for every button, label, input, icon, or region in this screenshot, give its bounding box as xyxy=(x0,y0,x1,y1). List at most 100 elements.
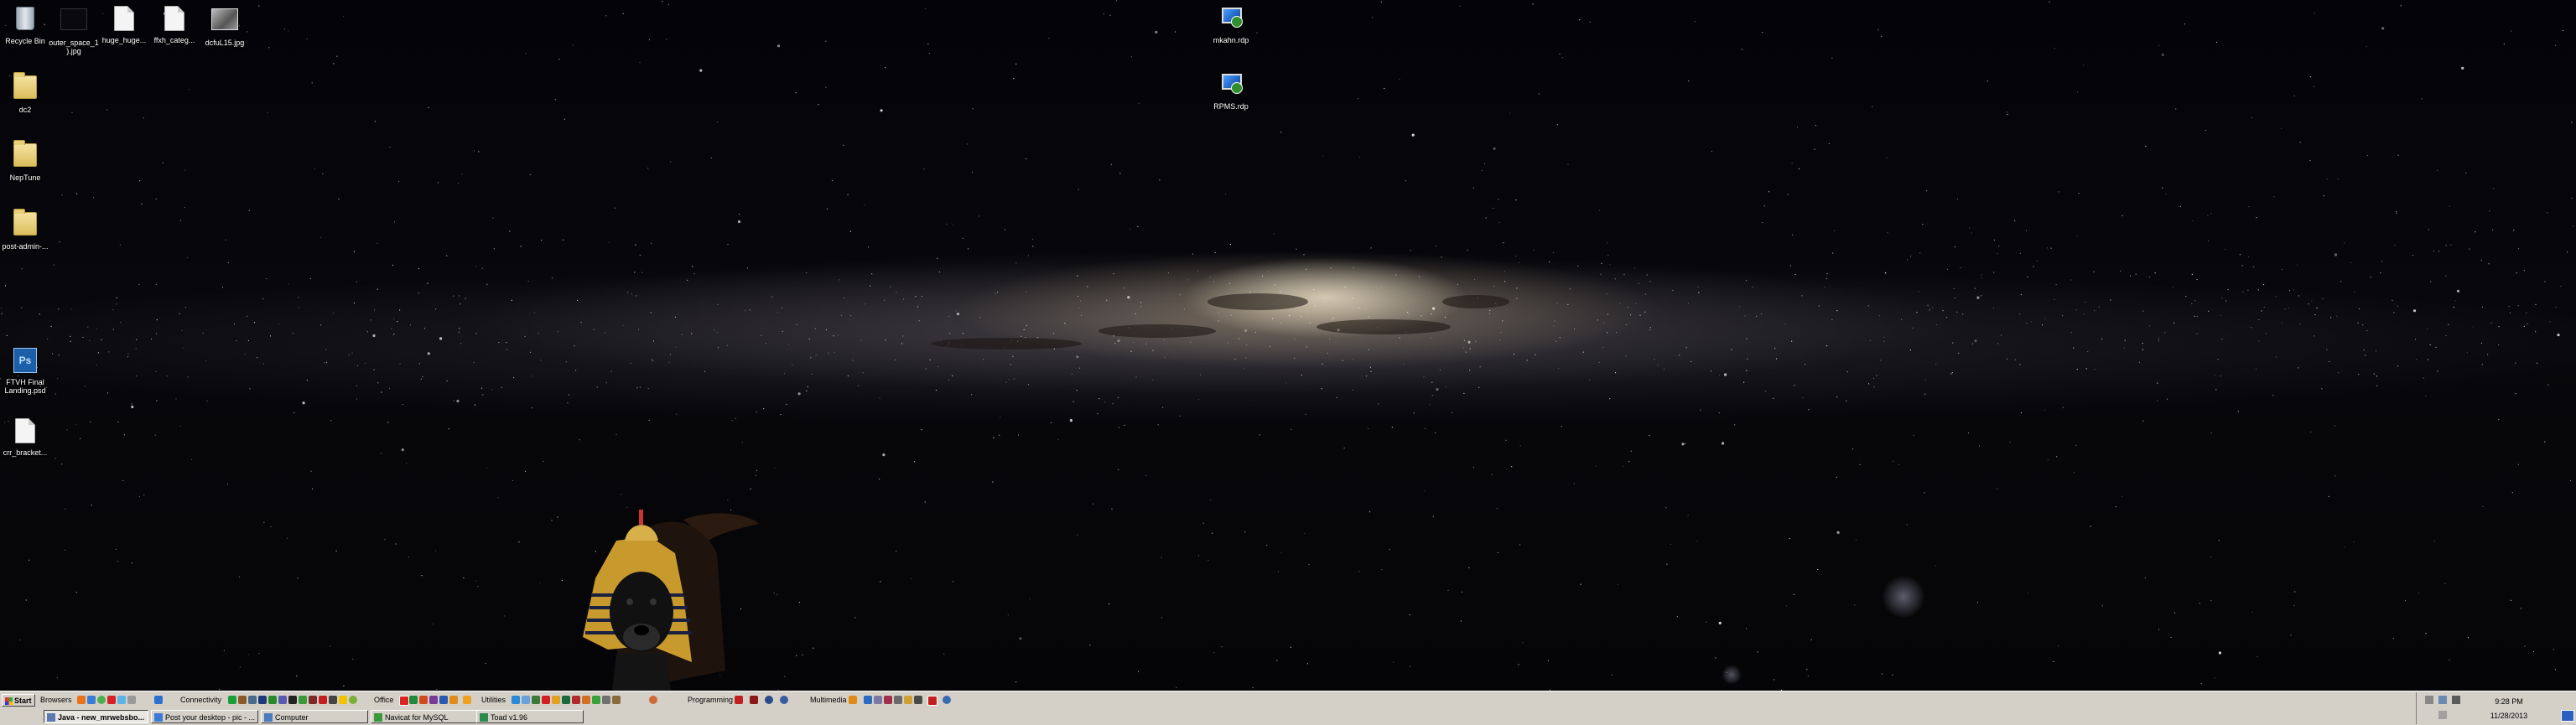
task-buttons-row: Java - new_mrwebsbo... Post your desktop… xyxy=(0,708,2576,725)
ssh-icon[interactable] xyxy=(278,696,287,704)
filezilla-icon[interactable] xyxy=(238,696,247,704)
utilities-group-label: Utilities xyxy=(481,696,506,704)
archive-icon[interactable] xyxy=(552,696,560,704)
vpn-icon[interactable] xyxy=(154,696,163,704)
network-tray-icon[interactable] xyxy=(2438,696,2447,704)
word-icon[interactable] xyxy=(439,696,448,704)
clock-date[interactable]: 11/28/2013 xyxy=(2475,712,2542,720)
dev-icon[interactable] xyxy=(780,696,788,704)
putty-icon[interactable] xyxy=(228,696,236,704)
outlook-icon[interactable] xyxy=(449,696,458,704)
task-button-toad[interactable]: Toad v1.96 xyxy=(476,710,584,723)
firefox-icon[interactable] xyxy=(77,696,86,704)
onenote-icon[interactable] xyxy=(429,696,438,704)
toad-icon xyxy=(480,713,488,722)
excel-icon[interactable] xyxy=(409,696,418,704)
chat-icon[interactable] xyxy=(339,696,347,704)
paint-icon[interactable] xyxy=(894,696,902,704)
audio-icon[interactable] xyxy=(884,696,892,704)
notes-icon[interactable] xyxy=(463,696,471,704)
pdf-icon[interactable] xyxy=(927,696,937,706)
skype-icon[interactable] xyxy=(349,696,357,704)
desktop-file-icon-crr-bracket[interactable]: crr_bracket... xyxy=(0,417,50,457)
task-button-java[interactable]: Java - new_mrwebsbo... xyxy=(44,710,148,723)
tray-up-arrow-icon[interactable] xyxy=(2425,696,2433,704)
milky-way-wallpaper xyxy=(0,0,2574,691)
java-icon xyxy=(47,713,55,722)
h-app-icon[interactable] xyxy=(288,696,297,704)
document-icon xyxy=(12,418,39,447)
system-tray: 9:28 PM 11/28/2013 xyxy=(2416,692,2542,724)
remote-desktop-icon[interactable] xyxy=(258,696,267,704)
task-button-computer[interactable]: Computer xyxy=(261,710,368,723)
network-icon[interactable] xyxy=(248,696,257,704)
image-file-icon xyxy=(60,8,87,37)
mail-icon[interactable] xyxy=(319,696,327,704)
desktop-file-icon-dcful15[interactable]: dcfuL15.jpg xyxy=(200,4,250,47)
terminal-icon[interactable] xyxy=(268,696,277,704)
document-icon xyxy=(161,6,188,34)
eclipse-icon[interactable] xyxy=(765,696,773,704)
desktop-folder-dc2[interactable]: dc2 xyxy=(0,72,50,114)
browser-window-icon xyxy=(154,713,163,722)
vlc-icon[interactable] xyxy=(849,696,857,704)
music-icon[interactable] xyxy=(943,696,951,704)
chrome-icon[interactable] xyxy=(97,696,106,704)
pharaoh-dog-image xyxy=(583,510,759,691)
gallery-icon[interactable] xyxy=(904,696,912,704)
image-file-icon xyxy=(211,8,238,37)
desktop-file-icon-psd[interactable]: Ps FTVH Final Landing.psd xyxy=(0,346,50,395)
folder-icon xyxy=(12,72,39,104)
ide2-icon[interactable] xyxy=(750,696,758,704)
media-icon[interactable] xyxy=(649,696,657,704)
clock-time[interactable]: 9:28 PM xyxy=(2475,697,2542,706)
recycle-bin-icon[interactable]: Recycle Bin xyxy=(0,4,50,45)
folder-icon xyxy=(12,209,39,241)
ie-icon[interactable] xyxy=(87,696,96,704)
start-label: Start xyxy=(14,697,32,705)
show-desktop-icon[interactable] xyxy=(2561,710,2574,722)
task-button-post-desktop[interactable]: Post your desktop - pic - ... xyxy=(151,710,258,723)
antivirus-icon[interactable] xyxy=(542,696,550,704)
document-icon xyxy=(111,6,138,34)
image-viewer-icon[interactable] xyxy=(874,696,882,704)
utility-icon[interactable] xyxy=(512,696,520,704)
office-group-label: Office xyxy=(374,696,394,704)
windows-flag-icon xyxy=(5,697,13,705)
quick-launch-bar: Start Browsers Connectivity Office Utili xyxy=(0,692,2576,707)
disk-icon[interactable] xyxy=(612,696,621,704)
task-button-navicat[interactable]: Navicat for MySQL xyxy=(371,710,478,723)
powerpoint-icon[interactable] xyxy=(419,696,428,704)
player-icon[interactable] xyxy=(864,696,872,704)
ftp-icon[interactable] xyxy=(309,696,317,704)
green-tool-icon[interactable] xyxy=(562,696,570,704)
taskbar: Start Browsers Connectivity Office Utili xyxy=(0,691,2576,725)
opera-icon[interactable] xyxy=(107,696,116,704)
desktop-folder-neptune[interactable]: NepTune xyxy=(0,140,50,182)
desktop-folder-post-admin[interactable]: post-admin-... xyxy=(0,209,50,251)
acrobat-icon[interactable] xyxy=(399,696,409,706)
explorer-icon[interactable] xyxy=(522,696,530,704)
start-button[interactable]: Start xyxy=(2,694,35,707)
volume-tray-icon[interactable] xyxy=(2452,696,2460,704)
desktop-file-icon-mkahn-rdp[interactable]: mkahn.rdp xyxy=(1206,4,1256,44)
ide-icon[interactable] xyxy=(735,696,743,704)
tool-icon[interactable] xyxy=(582,696,590,704)
desktop-wallpaper: Recycle Bin outer_space_1).jpg huge_huge… xyxy=(0,0,2576,691)
connectivity-group-label: Connectivity xyxy=(180,696,222,704)
settings-icon[interactable] xyxy=(602,696,610,704)
browser-icon[interactable] xyxy=(127,696,136,704)
recycle-bin-glyph-icon xyxy=(12,7,39,35)
desktop-file-icon-huge[interactable]: huge_huge... xyxy=(99,4,149,44)
sync-icon[interactable] xyxy=(299,696,307,704)
camera-icon[interactable] xyxy=(914,696,922,704)
desktop-file-icon-outer-space[interactable]: outer_space_1).jpg xyxy=(49,4,99,55)
flag-tray-icon[interactable] xyxy=(2438,711,2447,719)
x-tool-icon[interactable] xyxy=(592,696,600,704)
red-tool-icon[interactable] xyxy=(572,696,580,704)
cleanup-icon[interactable] xyxy=(532,696,540,704)
desktop-file-icon-ffxh[interactable]: ffxh_categ... xyxy=(149,4,200,44)
safari-icon[interactable] xyxy=(117,696,126,704)
server-icon[interactable] xyxy=(329,696,337,704)
desktop-file-icon-rpms-rdp[interactable]: RPMS.rdp xyxy=(1206,70,1256,111)
